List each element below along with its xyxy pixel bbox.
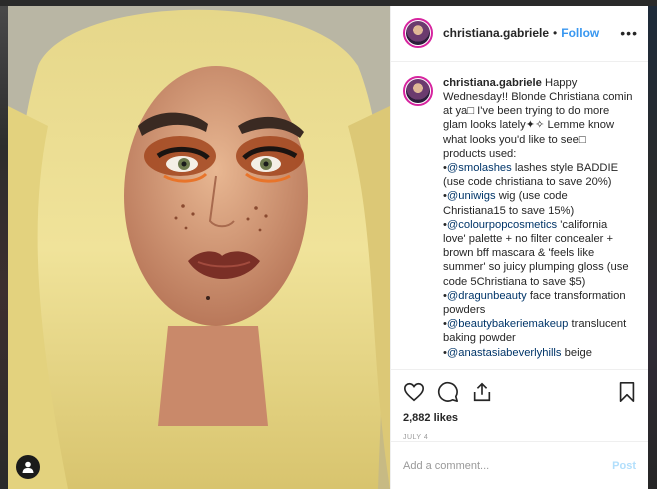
- comment-input[interactable]: [403, 459, 613, 472]
- product-line: •@anastasiabeverlyhills beige: [443, 346, 632, 360]
- heart-icon[interactable]: [403, 381, 425, 403]
- product-text: baking powder: [443, 332, 516, 345]
- product-text: brown bff mascara & 'feels like: [443, 247, 595, 260]
- share-icon[interactable]: [471, 381, 493, 403]
- bookmark-icon[interactable]: [616, 381, 638, 403]
- user-tag-icon: [22, 461, 34, 473]
- product-line: •@colourpopcosmetics 'california: [443, 218, 632, 232]
- product-line: code 5Christiana to save $5): [443, 275, 632, 289]
- caption-text: christiana.gabriele Happy Wednesday!! Bl…: [443, 76, 632, 370]
- page-backdrop-right: [648, 0, 657, 489]
- product-line: baking powder: [443, 331, 632, 345]
- product-text: love' palette + no filter concealer +: [443, 232, 614, 245]
- products-list: •@smolashes lashes style BADDIE (use code…: [443, 161, 632, 360]
- caption-line: glam looks lately✦✧ Lemme know: [443, 119, 615, 132]
- post-comment-button[interactable]: Post: [612, 460, 636, 472]
- product-text: 'california: [557, 218, 608, 231]
- separator-dot: •: [553, 26, 558, 41]
- caption-line: at ya□ I've been trying to do more: [443, 105, 610, 118]
- avatar[interactable]: [403, 18, 433, 49]
- product-text: powders: [443, 303, 486, 316]
- user-tag-button[interactable]: [16, 455, 40, 479]
- product-line: Christiana15 to save 15%): [443, 204, 632, 218]
- action-bar: [391, 370, 648, 404]
- product-text: summer' so juicy plumping gloss (use: [443, 261, 629, 274]
- mention-link[interactable]: @beautybakeriemakeup: [447, 318, 568, 330]
- product-line: (use code christiana to save 20%): [443, 175, 632, 189]
- product-line: love' palette + no filter concealer +: [443, 232, 632, 246]
- mention-link[interactable]: @colourpopcosmetics: [447, 219, 557, 231]
- product-text: lashes style BADDIE: [511, 161, 619, 174]
- avatar-image: [406, 21, 430, 46]
- caption-avatar-image: [406, 78, 430, 103]
- username-link[interactable]: christiana.gabriele: [443, 26, 549, 40]
- mention-link[interactable]: @anastasiabeverlyhills: [447, 347, 562, 359]
- product-text: code 5Christiana to save $5): [443, 275, 586, 288]
- comments-area: christiana.gabriele Happy Wednesday!! Bl…: [391, 62, 648, 371]
- add-comment-bar: Post: [391, 441, 648, 489]
- post-date[interactable]: JULY 4: [391, 424, 648, 441]
- mention-link[interactable]: @smolashes: [447, 162, 512, 174]
- caption-line: what looks you'd like to see□: [443, 133, 586, 146]
- post-modal: christiana.gabriele • Follow ••• christi…: [8, 6, 648, 489]
- post-photo[interactable]: [8, 6, 390, 489]
- caption-line: christiana.gabriele Happy: [443, 76, 632, 90]
- product-text: translucent: [568, 318, 627, 331]
- product-text: (use code christiana to save 20%): [443, 176, 612, 189]
- caption-avatar[interactable]: [403, 75, 433, 106]
- product-line: •@smolashes lashes style BADDIE: [443, 161, 632, 175]
- product-line: •@uniwigs wig (use code: [443, 189, 632, 203]
- post-header: christiana.gabriele • Follow •••: [391, 6, 648, 62]
- product-text: Christiana15 to save 15%): [443, 204, 575, 217]
- mention-link[interactable]: @dragunbeauty: [447, 290, 527, 302]
- product-line: •@beautybakeriemakeup translucent: [443, 317, 632, 331]
- caption-username[interactable]: christiana.gabriele: [443, 77, 542, 89]
- product-line: summer' so juicy plumping gloss (use: [443, 260, 632, 274]
- comment-icon[interactable]: [437, 381, 459, 403]
- more-options-icon[interactable]: •••: [620, 25, 638, 41]
- product-text: wig (use code: [495, 190, 568, 203]
- caption-line: products used:: [443, 147, 517, 160]
- product-line: powders: [443, 303, 632, 317]
- follow-button[interactable]: Follow: [561, 26, 599, 40]
- likes-count[interactable]: 2,882 likes: [391, 404, 648, 424]
- product-text: beige: [561, 346, 592, 359]
- product-line: •@dragunbeauty face transformation: [443, 289, 632, 303]
- page-backdrop-left: [0, 0, 8, 489]
- caption-line-text: Happy: [541, 76, 578, 89]
- caption-line: Wednesday!! Blonde Christiana comin: [443, 90, 633, 103]
- mention-link[interactable]: @uniwigs: [447, 190, 496, 202]
- product-text: face transformation: [526, 289, 626, 302]
- post-photo-image: [8, 6, 390, 489]
- post-sidebar: christiana.gabriele • Follow ••• christi…: [390, 6, 648, 489]
- product-line: brown bff mascara & 'feels like: [443, 246, 632, 260]
